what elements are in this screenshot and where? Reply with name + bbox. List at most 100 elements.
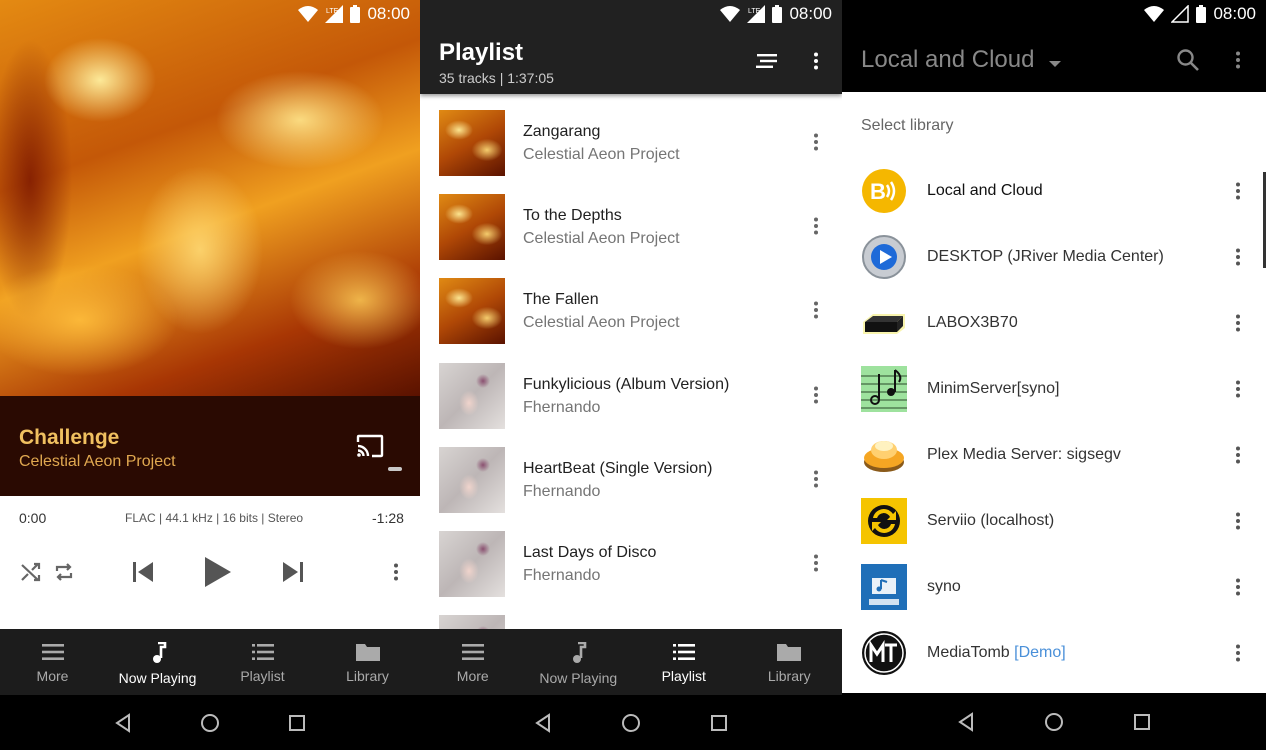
nav-playlist[interactable]: Playlist	[631, 629, 737, 695]
search-icon	[1177, 49, 1199, 71]
list-icon	[672, 644, 695, 660]
folder-icon	[777, 644, 802, 661]
home-icon[interactable]	[200, 713, 220, 733]
track-artist: Fhernando	[523, 567, 601, 584]
library-item[interactable]: LABOX3B70	[842, 290, 1266, 356]
more-vert-icon	[814, 470, 818, 488]
library-item[interactable]: MinimServer[syno]	[842, 356, 1266, 422]
play-button[interactable]	[198, 553, 236, 591]
nav-label: Playlist	[661, 668, 706, 684]
recents-icon[interactable]	[1133, 713, 1151, 731]
library-item-menu[interactable]	[1226, 641, 1250, 665]
track-menu-button[interactable]	[804, 551, 828, 575]
library-item-menu[interactable]	[1226, 443, 1250, 467]
music-note-icon	[152, 642, 166, 663]
library-item[interactable]: Serviio (localhost)	[842, 488, 1266, 554]
track-artist: Celestial Aeon Project	[523, 146, 680, 163]
next-button[interactable]	[278, 557, 308, 587]
shuffle-button[interactable]	[18, 559, 44, 585]
more-options-button[interactable]	[384, 560, 408, 584]
device-indicator	[388, 467, 402, 471]
library-item[interactable]: DESKTOP (JRiver Media Center)	[842, 224, 1266, 290]
library-item-name: Serviio (localhost)	[927, 512, 1055, 529]
more-vert-icon	[1236, 644, 1240, 662]
library-item-menu[interactable]	[1226, 377, 1250, 401]
now-playing-screen: LTE 08:00 Challenge Celestial Aeon Proje…	[0, 0, 420, 750]
library-item-menu[interactable]	[1226, 311, 1250, 335]
home-icon[interactable]	[621, 713, 641, 733]
nav-label: More	[36, 668, 69, 684]
track-menu-button[interactable]	[804, 214, 828, 238]
page-title: Playlist	[439, 39, 524, 66]
wifi-icon	[298, 6, 319, 22]
back-icon[interactable]	[114, 712, 132, 733]
track-row[interactable]: Last Days of Disco Fhernando	[420, 515, 842, 599]
plex-icon	[864, 441, 904, 472]
cell-signal-icon: LTE	[747, 5, 766, 23]
track-row[interactable]	[420, 599, 842, 629]
album-art	[0, 0, 420, 396]
search-button[interactable]	[1176, 48, 1200, 77]
library-selector-title[interactable]: Local and Cloud	[861, 46, 1034, 74]
track-row[interactable]: Funkylicious (Album Version) Fhernando	[420, 347, 842, 431]
playlist-actions-button[interactable]	[754, 49, 780, 73]
back-icon[interactable]	[957, 711, 975, 732]
library-item-title: MediaTomb	[927, 644, 1010, 661]
nav-library[interactable]: Library	[737, 629, 843, 695]
track-name: HeartBeat (Single Version)	[523, 460, 713, 477]
library-item-menu[interactable]	[1226, 575, 1250, 599]
nav-now-playing[interactable]: Now Playing	[526, 629, 632, 695]
app-bar: 08:00 Local and Cloud	[842, 0, 1266, 92]
more-vert-icon	[1236, 182, 1240, 200]
svg-text:B: B	[870, 179, 886, 204]
library-item[interactable]: B Local and Cloud	[842, 158, 1266, 224]
nav-library[interactable]: Library	[315, 629, 420, 695]
overflow-menu-button[interactable]	[1226, 48, 1250, 72]
track-row[interactable]: Zangarang Celestial Aeon Project	[420, 94, 842, 178]
track-menu-button[interactable]	[804, 383, 828, 407]
back-icon[interactable]	[534, 712, 552, 733]
track-thumbnail	[439, 531, 505, 597]
cast-icon[interactable]	[356, 434, 384, 463]
track-artist: Celestial Aeon Project	[19, 453, 176, 470]
nav-more[interactable]: More	[0, 629, 105, 695]
track-row[interactable]: The Fallen Celestial Aeon Project	[420, 262, 842, 346]
library-item[interactable]: MediaTomb [Demo]	[842, 620, 1266, 686]
library-item[interactable]: Plex Media Server: sigsegv	[842, 422, 1266, 488]
nav-more[interactable]: More	[420, 629, 526, 695]
bubbleupnp-icon: B	[862, 169, 906, 213]
dropdown-arrow-icon[interactable]	[1048, 55, 1062, 73]
track-artist: Celestial Aeon Project	[523, 230, 680, 247]
nav-playlist[interactable]: Playlist	[210, 629, 315, 695]
recents-icon[interactable]	[288, 714, 306, 732]
track-name: Zangarang	[523, 123, 601, 140]
clock: 08:00	[789, 4, 832, 23]
library-item[interactable]: syno	[842, 554, 1266, 620]
menu-icon	[41, 644, 64, 660]
demo-tag[interactable]: [Demo]	[1014, 644, 1066, 661]
track-menu-button[interactable]	[804, 467, 828, 491]
more-vert-icon	[814, 554, 818, 572]
playlist-screen: LTE 08:00 Playlist 35 tracks | 1:37:05 Z…	[420, 0, 842, 750]
previous-button[interactable]	[128, 557, 158, 587]
nav-now-playing[interactable]: Now Playing	[105, 629, 210, 695]
home-icon[interactable]	[1044, 712, 1064, 732]
track-row[interactable]: HeartBeat (Single Version) Fhernando	[420, 431, 842, 515]
play-icon	[205, 557, 231, 587]
recents-icon[interactable]	[710, 714, 728, 732]
remaining-time: -1:28	[372, 510, 404, 526]
more-vert-icon	[1236, 51, 1240, 69]
more-vert-icon	[814, 52, 818, 70]
library-item-name: DESKTOP (JRiver Media Center)	[927, 248, 1164, 265]
overflow-menu-button[interactable]	[804, 49, 828, 73]
library-item-menu[interactable]	[1226, 179, 1250, 203]
system-navigation-bar	[842, 693, 1266, 750]
library-item-name: LABOX3B70	[927, 314, 1018, 331]
track-menu-button[interactable]	[804, 130, 828, 154]
repeat-button[interactable]	[51, 559, 77, 585]
wifi-icon	[720, 6, 741, 22]
track-row[interactable]: To the Depths Celestial Aeon Project	[420, 178, 842, 262]
library-item-menu[interactable]	[1226, 509, 1250, 533]
library-item-menu[interactable]	[1226, 245, 1250, 269]
track-menu-button[interactable]	[804, 298, 828, 322]
